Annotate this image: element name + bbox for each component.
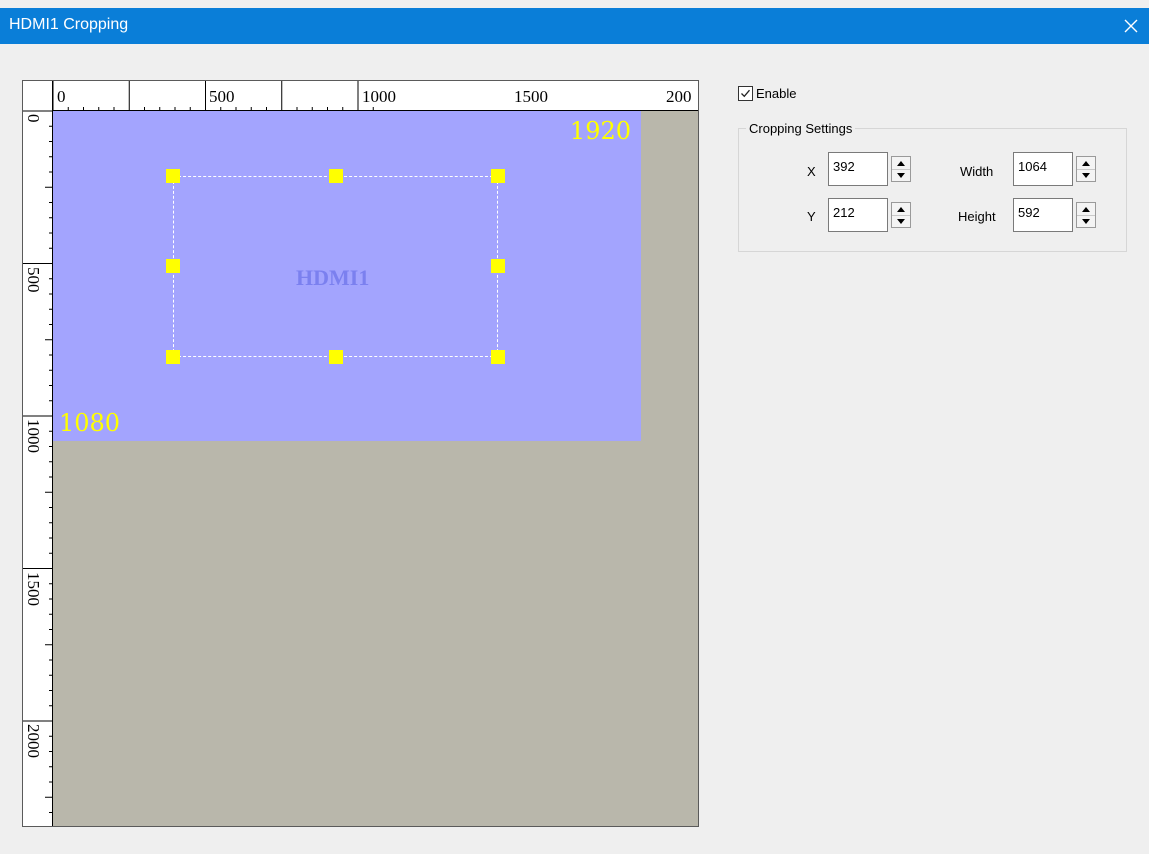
ruler-h-label-1500: 1500: [514, 87, 548, 106]
ruler-h-label-500: 500: [209, 87, 235, 106]
x-spin-buttons[interactable]: [891, 156, 911, 182]
ruler-v-label-1500: 1500: [24, 572, 43, 606]
x-spinbox[interactable]: 392: [828, 152, 917, 186]
height-label: Height: [958, 209, 996, 224]
y-decrement-button[interactable]: [892, 215, 910, 227]
hdmi-source-area: 1920 1080 HDMI1: [53, 111, 641, 441]
window-title: HDMI1 Cropping: [9, 16, 129, 33]
width-decrement-button[interactable]: [1077, 169, 1095, 181]
ruler-h-label-1000: 1000: [362, 87, 396, 106]
width-spin-buttons[interactable]: [1076, 156, 1096, 182]
vertical-ruler: 0 500 1000 1500 2000: [23, 110, 53, 826]
resize-handle-right[interactable]: [491, 259, 505, 273]
ruler-v-label-0: 0: [24, 114, 43, 123]
resize-handle-left[interactable]: [166, 259, 180, 273]
enable-label: Enable: [756, 86, 797, 101]
x-decrement-button[interactable]: [892, 169, 910, 181]
arrow-up-icon: [1082, 160, 1090, 166]
height-spin-buttons[interactable]: [1076, 202, 1096, 228]
width-label: Width: [960, 164, 994, 179]
resize-handle-top[interactable]: [329, 169, 343, 183]
arrow-up-icon: [1082, 206, 1090, 212]
y-spinbox[interactable]: 212: [828, 198, 917, 232]
resize-handle-bottom-right[interactable]: [491, 350, 505, 364]
y-spin-buttons[interactable]: [891, 202, 911, 228]
horizontal-ruler: 0 500 1000 1500 200: [23, 81, 698, 111]
resize-handle-top-right[interactable]: [491, 169, 505, 183]
resize-handle-top-left[interactable]: [166, 169, 180, 183]
ruler-h-label-2000: 200: [666, 87, 692, 106]
title-bar: HDMI1 Cropping: [0, 8, 1149, 44]
y-input[interactable]: 212: [828, 198, 888, 232]
crop-workspace: 0 500 1000 1500 200 0 500 1000 1500 2000…: [22, 80, 699, 827]
checkmark-icon: [741, 89, 750, 98]
width-spinbox[interactable]: 1064: [1013, 152, 1102, 186]
source-height-label: 1080: [59, 409, 121, 437]
arrow-down-icon: [1082, 172, 1090, 178]
enable-checkbox[interactable]: Enable: [738, 86, 796, 101]
ruler-v-label-1000: 1000: [24, 419, 43, 453]
ruler-v-label-2000: 2000: [24, 724, 43, 758]
y-label: Y: [807, 209, 816, 224]
arrow-up-icon: [897, 206, 905, 212]
canvas-area: 1920 1080 HDMI1: [53, 111, 698, 826]
cropping-settings-title: Cropping Settings: [746, 121, 856, 136]
x-label: X: [807, 164, 816, 179]
checkbox-box[interactable]: [738, 86, 753, 101]
arrow-up-icon: [897, 160, 905, 166]
height-input[interactable]: 592: [1013, 198, 1073, 232]
arrow-down-icon: [897, 172, 905, 178]
source-width-label: 1920: [569, 117, 631, 145]
resize-handle-bottom-left[interactable]: [166, 350, 180, 364]
close-button[interactable]: [1113, 8, 1149, 44]
height-decrement-button[interactable]: [1077, 215, 1095, 227]
cropping-settings-group: [738, 128, 1127, 252]
arrow-down-icon: [897, 218, 905, 224]
x-input[interactable]: 392: [828, 152, 888, 186]
ruler-v-label-500: 500: [24, 267, 43, 293]
crop-rectangle[interactable]: [173, 176, 498, 357]
width-input[interactable]: 1064: [1013, 152, 1073, 186]
height-spinbox[interactable]: 592: [1013, 198, 1102, 232]
arrow-down-icon: [1082, 218, 1090, 224]
resize-handle-bottom[interactable]: [329, 350, 343, 364]
ruler-h-label-0: 0: [57, 87, 66, 106]
close-icon: [1124, 19, 1138, 33]
